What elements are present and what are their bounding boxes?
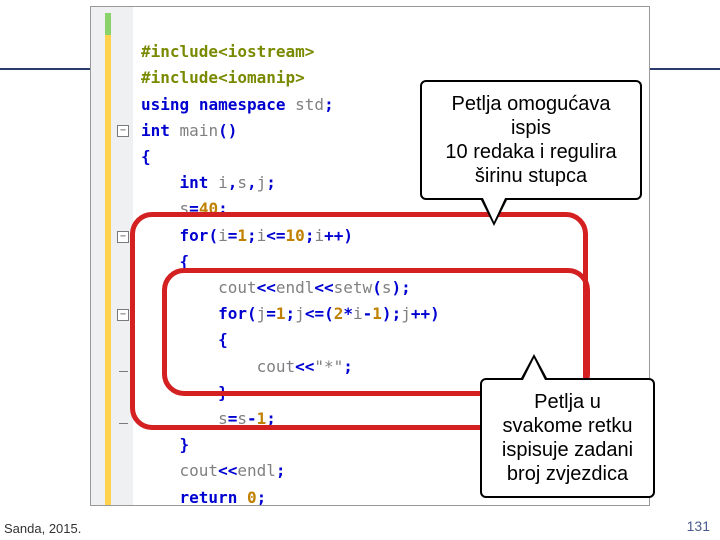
kw-int: int	[180, 173, 209, 192]
brace-open: {	[180, 252, 190, 271]
brace-open: {	[218, 330, 228, 349]
change-marker	[105, 35, 111, 505]
kw-int: int	[141, 121, 170, 140]
id-endl: endl	[276, 278, 315, 297]
callout-outer-loop: Petlja omogućava ispis 10 redaka i regul…	[420, 80, 642, 200]
brace-open: {	[141, 147, 151, 166]
fold-toggle-icon[interactable]: −	[117, 125, 129, 137]
num-40: 40	[199, 199, 218, 218]
include-target: <iostream>	[218, 42, 314, 61]
callout-text: Petlja omogućava ispis	[436, 92, 626, 140]
id-setw: setw	[334, 278, 373, 297]
callout-tail	[522, 358, 546, 382]
id-std: std	[295, 95, 324, 114]
op-assign: =	[189, 199, 199, 218]
fold-toggle-icon[interactable]: −	[117, 309, 129, 321]
editor-gutter: − − −	[91, 7, 133, 505]
gutter-tick	[119, 371, 128, 372]
kw-for: for	[218, 304, 247, 323]
parens: ()	[218, 121, 237, 140]
gutter-tick	[119, 423, 128, 424]
kw-using: using	[141, 95, 189, 114]
callout-tail	[482, 196, 506, 222]
id-s: s	[180, 199, 190, 218]
id-cout: cout	[180, 461, 219, 480]
id-main: main	[180, 121, 219, 140]
semicolon: ;	[218, 199, 228, 218]
id-s: s	[237, 173, 247, 192]
callout-text: broj zvjezdica	[496, 462, 639, 486]
kw-return: return	[180, 488, 238, 507]
callout-inner-loop: Petlja u svakome retku ispisuje zadani b…	[480, 378, 655, 498]
kw-namespace: namespace	[199, 95, 286, 114]
semicolon: ;	[266, 173, 276, 192]
preproc: #include	[141, 42, 218, 61]
callout-text: širinu stupca	[436, 164, 626, 188]
id-endl: endl	[237, 461, 276, 480]
id-cout: cout	[218, 278, 257, 297]
callout-text: ispisuje zadani	[496, 438, 639, 462]
preproc: #include	[141, 68, 218, 87]
string-literal: "*"	[314, 357, 343, 376]
change-marker	[105, 13, 111, 35]
semicolon: ;	[324, 95, 334, 114]
callout-text: Petlja u	[496, 390, 639, 414]
kw-for: for	[180, 226, 209, 245]
brace-close: }	[218, 383, 228, 402]
callout-text: 10 redaka i regulira	[436, 140, 626, 164]
id-i: i	[218, 173, 228, 192]
id-j: j	[257, 173, 267, 192]
footer-author: Sanda, 2015.	[4, 521, 81, 536]
callout-text: svakome retku	[496, 414, 639, 438]
code-content: #include<iostream> #include<iomanip> usi…	[141, 13, 440, 537]
brace-close: }	[180, 435, 190, 454]
fold-toggle-icon[interactable]: −	[117, 231, 129, 243]
include-target: <iomanip>	[218, 68, 305, 87]
slide-number: 131	[687, 518, 710, 534]
id-cout: cout	[257, 357, 296, 376]
